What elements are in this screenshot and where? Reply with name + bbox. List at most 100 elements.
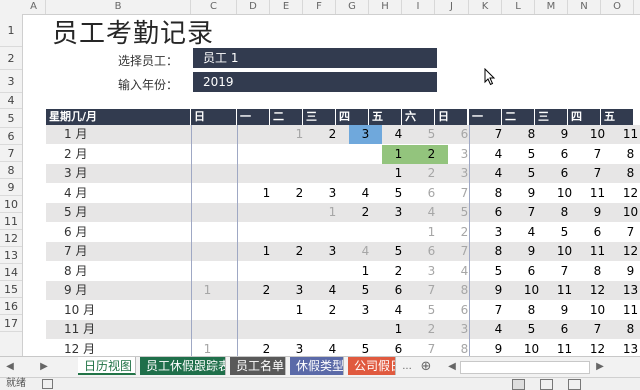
day-cell[interactable]: 3 — [316, 242, 349, 261]
scroll-right-icon[interactable]: ▶ — [592, 357, 608, 376]
day-cell[interactable] — [191, 184, 224, 203]
day-cell[interactable]: 6 — [548, 320, 581, 339]
day-cell[interactable]: 6 — [382, 281, 415, 300]
day-cell[interactable]: 1 — [349, 262, 382, 281]
day-cell[interactable]: 1 — [382, 320, 415, 339]
column-letter[interactable]: F — [303, 0, 336, 14]
day-cell[interactable]: 4 — [316, 281, 349, 300]
row-number[interactable]: 5 — [0, 109, 22, 128]
day-cell[interactable]: 6 — [415, 242, 448, 261]
column-letter[interactable]: L — [502, 0, 535, 14]
day-cell[interactable]: 11 — [548, 340, 581, 357]
column-letter[interactable]: M — [535, 0, 568, 14]
day-cell[interactable]: 2 — [316, 301, 349, 320]
day-cell[interactable] — [316, 164, 349, 183]
page-layout-icon[interactable] — [540, 379, 553, 390]
day-cell[interactable]: 2 — [349, 203, 382, 222]
day-cell[interactable]: 4 — [415, 203, 448, 222]
day-cell[interactable]: 4 — [349, 242, 382, 261]
day-cell[interactable]: 8 — [448, 281, 481, 300]
day-cell[interactable]: 5 — [515, 320, 548, 339]
day-cell[interactable]: 10 — [515, 340, 548, 357]
day-cell[interactable]: 7 — [415, 340, 448, 357]
day-cell[interactable] — [250, 223, 283, 242]
day-cell[interactable]: 5 — [349, 340, 382, 357]
day-cell[interactable]: 11 — [581, 242, 614, 261]
day-cell[interactable]: 1 — [415, 223, 448, 242]
day-cell[interactable]: 11 — [614, 301, 640, 320]
day-cell[interactable]: 3 — [448, 145, 481, 164]
column-letter[interactable]: B — [46, 0, 191, 14]
day-cell[interactable] — [283, 320, 316, 339]
scroll-left-icon[interactable]: ◀ — [444, 357, 460, 376]
day-cell[interactable]: 5 — [515, 145, 548, 164]
row-number[interactable]: 8 — [0, 162, 22, 179]
day-cell[interactable]: 8 — [482, 184, 515, 203]
day-cell[interactable]: 4 — [515, 223, 548, 242]
day-cell[interactable]: 3 — [448, 320, 481, 339]
day-cell[interactable]: 10 — [581, 301, 614, 320]
day-cell[interactable]: 7 — [448, 242, 481, 261]
day-cell[interactable]: 5 — [448, 203, 481, 222]
day-cell[interactable]: 4 — [382, 301, 415, 320]
day-cell[interactable]: 12 — [614, 242, 640, 261]
sheet-tab[interactable]: 日历视图 — [78, 357, 136, 375]
add-sheet-icon[interactable]: ⊕ — [418, 357, 434, 376]
horizontal-scrollbar[interactable] — [460, 361, 590, 374]
day-cell[interactable]: 9 — [515, 242, 548, 261]
day-cell[interactable] — [191, 125, 224, 144]
day-cell[interactable]: 12 — [581, 340, 614, 357]
day-cell[interactable] — [382, 223, 415, 242]
day-cell[interactable]: 1 — [382, 144, 415, 164]
day-cell[interactable]: 9 — [581, 203, 614, 222]
day-cell[interactable]: 6 — [548, 164, 581, 183]
row-number[interactable]: 14 — [0, 264, 22, 281]
day-cell[interactable]: 2 — [250, 281, 283, 300]
day-cell[interactable]: 7 — [581, 320, 614, 339]
day-cell[interactable] — [191, 262, 224, 281]
column-letter[interactable]: E — [270, 0, 303, 14]
day-cell[interactable]: 6 — [415, 184, 448, 203]
day-cell[interactable] — [250, 203, 283, 222]
day-cell[interactable]: 2 — [415, 164, 448, 183]
column-letter[interactable]: P — [634, 0, 640, 14]
year-input[interactable]: 2019 — [193, 72, 437, 92]
day-cell[interactable] — [316, 262, 349, 281]
day-cell[interactable]: 9 — [614, 262, 640, 281]
day-cell[interactable]: 8 — [515, 301, 548, 320]
column-letter[interactable]: A — [22, 0, 46, 14]
record-macro-icon[interactable] — [42, 379, 53, 389]
day-cell[interactable]: 10 — [548, 184, 581, 203]
column-letter[interactable]: C — [191, 0, 237, 14]
day-cell[interactable] — [316, 223, 349, 242]
day-cell[interactable]: 8 — [548, 203, 581, 222]
day-cell[interactable] — [250, 262, 283, 281]
day-cell[interactable]: 2 — [415, 320, 448, 339]
day-cell[interactable]: 11 — [548, 281, 581, 300]
more-tabs[interactable]: ... — [398, 357, 416, 376]
day-cell[interactable]: 8 — [614, 145, 640, 164]
day-cell[interactable]: 6 — [448, 125, 481, 144]
day-cell[interactable] — [349, 223, 382, 242]
row-number[interactable]: 4 — [0, 93, 22, 109]
day-cell[interactable] — [191, 145, 224, 164]
day-cell[interactable]: 6 — [548, 145, 581, 164]
day-cell[interactable]: 2 — [250, 340, 283, 357]
day-cell[interactable]: 13 — [614, 281, 640, 300]
day-cell[interactable]: 6 — [515, 262, 548, 281]
row-number[interactable]: 12 — [0, 230, 22, 247]
day-cell[interactable] — [349, 320, 382, 339]
day-cell[interactable]: 1 — [250, 184, 283, 203]
day-cell[interactable] — [191, 320, 224, 339]
day-cell[interactable] — [191, 223, 224, 242]
next-sheet-icon[interactable]: ▶ — [36, 357, 52, 376]
day-cell[interactable]: 10 — [548, 242, 581, 261]
day-cell[interactable]: 8 — [614, 320, 640, 339]
day-cell[interactable]: 8 — [515, 125, 548, 144]
row-number[interactable]: 10 — [0, 196, 22, 213]
day-cell[interactable]: 4 — [316, 340, 349, 357]
day-cell[interactable] — [283, 203, 316, 222]
day-cell[interactable]: 2 — [382, 262, 415, 281]
row-number[interactable]: 6 — [0, 128, 22, 145]
day-cell[interactable]: 2 — [448, 223, 481, 242]
